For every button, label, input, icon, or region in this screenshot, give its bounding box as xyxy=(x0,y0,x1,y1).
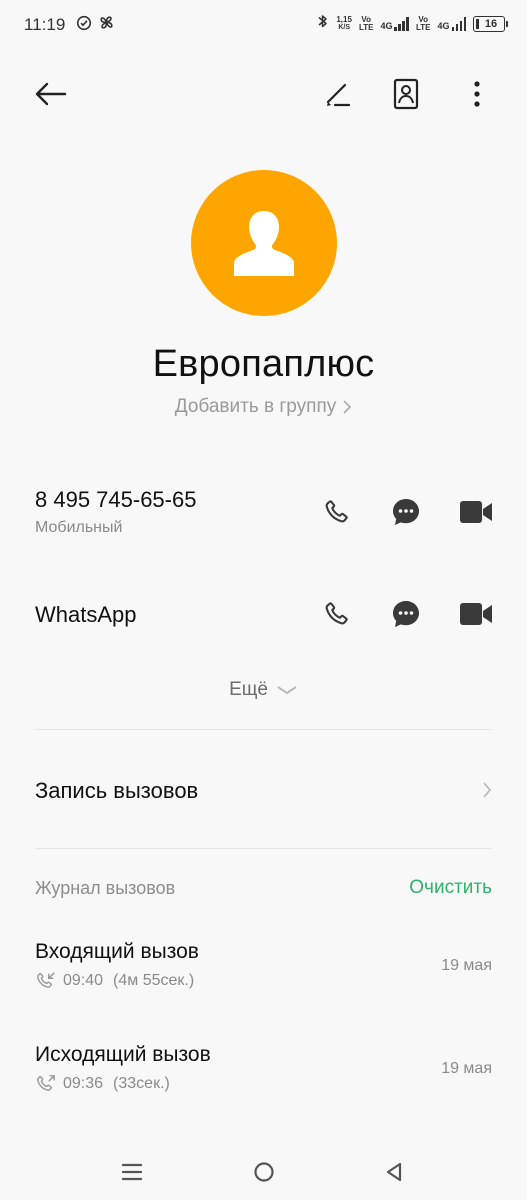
signal-bars-2-icon xyxy=(451,17,466,31)
whatsapp-label: WhatsApp xyxy=(35,602,137,627)
signal-bars-1-icon xyxy=(394,17,409,31)
call-meta: 09:40 (4м 55сек.) xyxy=(35,971,194,991)
status-right-icons: 1,15 K/S Vo LTE 4G Vo LTE 4G 16 xyxy=(317,13,508,35)
call-recording-row[interactable]: Запись вызовов xyxy=(0,760,527,820)
phone-call-button[interactable] xyxy=(319,495,353,529)
lte-label-2: LTE xyxy=(415,23,431,32)
pencil-icon xyxy=(326,83,351,107)
pinwheel-icon xyxy=(98,14,115,36)
contact-name: Европаплюс xyxy=(152,343,375,385)
add-to-group-link[interactable]: Добавить в группу xyxy=(0,396,527,418)
call-duration: (4м 55сек.) xyxy=(113,972,195,989)
arrow-left-icon xyxy=(35,82,67,106)
network-speed: 1,15 K/S xyxy=(336,16,352,32)
call-date: 19 мая xyxy=(441,1060,492,1077)
whatsapp-video-call-button[interactable] xyxy=(459,597,493,631)
divider xyxy=(35,848,492,849)
status-notification-icons xyxy=(76,14,115,36)
phone-icon xyxy=(325,500,348,523)
chevron-right-icon xyxy=(483,782,492,798)
lte-label-1: LTE xyxy=(358,23,374,32)
network-type-2: 4G xyxy=(437,21,450,31)
battery-icon: 16 xyxy=(473,16,508,32)
volte-indicator-1: Vo LTE xyxy=(359,16,374,32)
call-meta: 09:36 (33сек.) xyxy=(35,1074,170,1094)
video-camera-icon xyxy=(460,603,492,625)
call-recording-label: Запись вызовов xyxy=(35,778,199,803)
phone-type: Мобильный xyxy=(35,519,123,536)
contact-card-button[interactable] xyxy=(388,76,424,112)
edit-button[interactable] xyxy=(320,76,356,112)
phone-icon xyxy=(325,602,348,625)
call-log-entry[interactable]: Исходящий вызов 09:36 (33сек.) 19 мая xyxy=(0,1039,527,1103)
battery-level: 16 xyxy=(484,18,498,30)
call-duration: (33сек.) xyxy=(113,1075,170,1092)
bluetooth-icon xyxy=(317,13,329,35)
chat-bubble-icon xyxy=(393,601,419,627)
video-camera-icon xyxy=(460,501,492,523)
check-circle-icon xyxy=(76,15,92,36)
divider xyxy=(35,729,492,730)
call-log-title: Журнал вызовов xyxy=(35,878,176,898)
call-type: Исходящий вызов xyxy=(35,1043,211,1066)
outgoing-call-icon xyxy=(37,1075,55,1091)
contact-card-icon xyxy=(393,78,419,110)
signal-sim2: 4G xyxy=(437,17,466,31)
call-time: 09:36 xyxy=(63,1075,104,1092)
call-log-entry[interactable]: Входящий вызов 09:40 (4м 55сек.) 19 мая xyxy=(0,936,527,1000)
phone-video-call-button[interactable] xyxy=(459,495,493,529)
recent-apps-button[interactable] xyxy=(112,1154,152,1190)
phone-number-block[interactable]: 8 495 745-65-65 Мобильный xyxy=(35,487,196,537)
status-time: 11:19 xyxy=(24,15,66,34)
system-navigation-bar xyxy=(0,1150,527,1194)
speed-value: 1,15 xyxy=(336,15,352,24)
back-button[interactable] xyxy=(30,76,70,112)
clear-call-log-button[interactable]: Очистить xyxy=(409,877,492,899)
speed-unit: K/S xyxy=(338,24,350,31)
incoming-call-icon xyxy=(37,972,55,988)
network-type-1: 4G xyxy=(380,21,393,31)
person-silhouette-icon xyxy=(234,211,294,276)
overflow-menu-button[interactable] xyxy=(460,76,494,112)
chat-bubble-icon xyxy=(393,499,419,525)
chevron-right-icon xyxy=(343,400,352,414)
back-nav-button[interactable] xyxy=(374,1154,414,1190)
signal-sim1: 4G xyxy=(380,17,409,31)
more-label: Ещё xyxy=(229,679,268,700)
contact-avatar[interactable] xyxy=(191,170,337,316)
chevron-down-icon xyxy=(277,686,297,695)
whatsapp-message-button[interactable] xyxy=(389,597,423,631)
circle-home-icon xyxy=(254,1162,274,1182)
volte-indicator-2: Vo LTE xyxy=(416,16,431,32)
phone-message-button[interactable] xyxy=(389,495,423,529)
whatsapp-call-button[interactable] xyxy=(319,597,353,631)
triangle-back-icon xyxy=(386,1162,402,1182)
more-toggle[interactable]: Ещё xyxy=(0,679,527,701)
menu-lines-icon xyxy=(121,1163,143,1181)
call-type: Входящий вызов xyxy=(35,940,199,963)
call-time: 09:40 xyxy=(63,972,104,989)
home-button[interactable] xyxy=(244,1154,284,1190)
add-to-group-label: Добавить в группу xyxy=(174,396,337,417)
more-vertical-icon xyxy=(474,81,480,107)
call-date: 19 мая xyxy=(441,957,492,974)
phone-number: 8 495 745-65-65 xyxy=(35,487,197,512)
